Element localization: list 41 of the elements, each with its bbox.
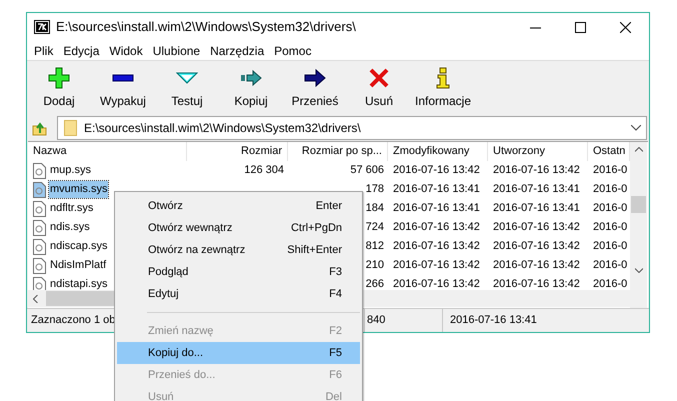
shortcut-text: Del xyxy=(325,390,342,401)
table-cell-text: 2016-07-16 13:42 xyxy=(493,258,580,274)
shortcut-text: F3 xyxy=(329,264,342,280)
shortcut-text: F5 xyxy=(329,346,342,361)
table-cell-text: 2016-07-16 13:41 xyxy=(393,182,480,198)
status-text: 2016-07-16 13:41 xyxy=(450,313,537,328)
table-cell-text: 2016-07-16 13:42 xyxy=(493,239,580,254)
table-cell-text: 2016-07-16 13:42 xyxy=(393,239,480,254)
table-cell-text: 210 xyxy=(366,258,384,274)
table-cell-text: 2016-0 xyxy=(593,201,628,216)
table-cell-text: 126 304 xyxy=(244,163,284,178)
table-cell-text: 2016-07-16 13:41 xyxy=(393,201,480,216)
table-cell-text: 2016-0 xyxy=(593,277,628,290)
table-cell-text: 2016-07-16 13:42 xyxy=(493,277,580,290)
status-text: 840 xyxy=(367,313,386,328)
table-cell-text: 2016-07-16 13:42 xyxy=(393,220,480,236)
table-cell-text: 184 xyxy=(366,201,384,216)
table-cell-text: 2016-0 xyxy=(593,182,628,198)
table-cell-text: 2016-07-16 13:42 xyxy=(493,163,580,178)
table-cell-text: 2016-07-16 13:41 xyxy=(493,201,580,216)
table-cell-text: 57 606 xyxy=(350,163,384,178)
table-cell-text: 724 xyxy=(366,220,384,236)
table-cell-text: 178 xyxy=(366,182,384,198)
shortcut-text: Ctrl+PgDn xyxy=(290,220,342,236)
shortcut-text: F6 xyxy=(329,368,342,383)
shortcut-text: F4 xyxy=(329,286,342,302)
table-cell-text: 2016-0 xyxy=(593,239,628,254)
table-cell-text: 2016-07-16 13:42 xyxy=(493,220,580,236)
shortcut-text: Enter xyxy=(316,198,342,214)
table-cell-text: 2016-07-16 13:42 xyxy=(393,163,480,178)
table-cell-text: 266 xyxy=(366,277,384,290)
table-cell-text: 2016-0 xyxy=(593,163,628,178)
table-cell-text: 812 xyxy=(366,239,384,254)
shortcut-text: Shift+Enter xyxy=(287,242,342,258)
table-cell-text: 2016-07-16 13:41 xyxy=(493,182,580,198)
window-title: E:\sources\install.wim\2\Windows\System32\drivers\ xyxy=(56,18,356,36)
table-cell-text: 2016-0 xyxy=(593,220,628,236)
table-cell-text: 2016-07-16 13:42 xyxy=(393,277,480,290)
table-cell-text: 2016-07-16 13:42 xyxy=(393,258,480,274)
table-cell-text: 2016-0 xyxy=(593,258,628,274)
shortcut-text: F2 xyxy=(329,324,342,339)
